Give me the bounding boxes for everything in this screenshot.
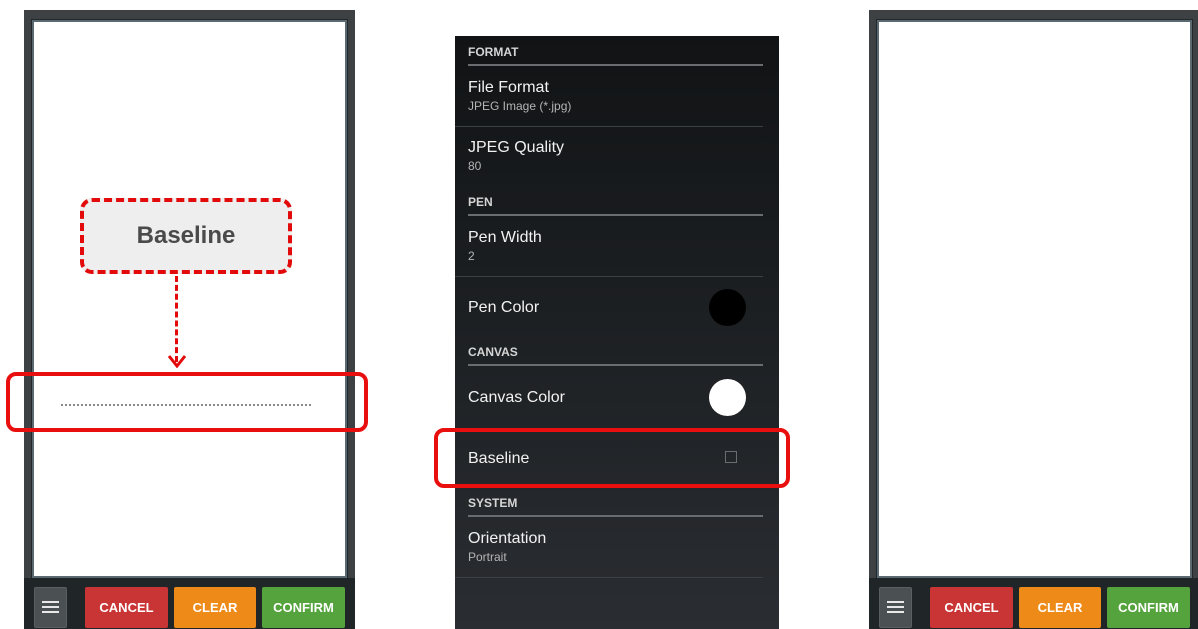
pen-width-value: 2 <box>468 249 475 263</box>
orientation-title: Orientation <box>468 530 547 547</box>
setting-file-format[interactable]: File Format JPEG Image (*.jpg) <box>468 79 763 113</box>
jpeg-quality-title: JPEG Quality <box>468 139 565 156</box>
file-format-value: JPEG Image (*.jpg) <box>468 99 572 113</box>
menu-button[interactable] <box>879 587 912 628</box>
clear-button[interactable]: CLEAR <box>1019 587 1101 628</box>
pen-width-title: Pen Width <box>468 229 542 246</box>
confirm-button[interactable]: CONFIRM <box>262 587 345 628</box>
bottom-toolbar: CANCEL CLEAR CONFIRM <box>869 578 1198 629</box>
settings-panel: FORMAT File Format JPEG Image (*.jpg) JP… <box>455 36 779 629</box>
signature-screen-left: CANCEL CLEAR CONFIRM <box>24 10 355 629</box>
signature-screen-right: CANCEL CLEAR CONFIRM <box>869 10 1198 629</box>
divider <box>455 126 763 127</box>
section-system: SYSTEM <box>468 496 763 517</box>
callout-arrow-line <box>175 276 178 362</box>
setting-jpeg-quality[interactable]: JPEG Quality 80 <box>468 139 763 173</box>
jpeg-quality-value: 80 <box>468 159 482 173</box>
setting-orientation[interactable]: Orientation Portrait <box>468 530 763 564</box>
arrow-down-icon <box>167 355 187 368</box>
baseline-setting-highlight-box <box>434 428 790 488</box>
divider <box>455 577 763 578</box>
baseline-highlight-box <box>6 372 368 432</box>
canvas-color-swatch[interactable] <box>709 379 746 416</box>
hamburger-icon <box>42 601 59 614</box>
section-pen: PEN <box>468 195 763 216</box>
divider <box>455 276 763 277</box>
cancel-button[interactable]: CANCEL <box>930 587 1013 628</box>
pen-color-swatch[interactable] <box>709 289 746 326</box>
signature-canvas[interactable] <box>876 19 1193 579</box>
menu-button[interactable] <box>34 587 67 628</box>
section-format: FORMAT <box>468 45 763 66</box>
setting-pen-width[interactable]: Pen Width 2 <box>468 229 763 263</box>
signature-canvas[interactable] <box>31 19 348 579</box>
cancel-button[interactable]: CANCEL <box>85 587 168 628</box>
hamburger-icon <box>887 601 904 614</box>
clear-button[interactable]: CLEAR <box>174 587 256 628</box>
orientation-value: Portrait <box>468 550 507 564</box>
baseline-callout: Baseline <box>80 198 292 274</box>
bottom-toolbar: CANCEL CLEAR CONFIRM <box>24 578 355 629</box>
file-format-title: File Format <box>468 79 549 96</box>
confirm-button[interactable]: CONFIRM <box>1107 587 1190 628</box>
section-canvas: CANVAS <box>468 345 763 366</box>
